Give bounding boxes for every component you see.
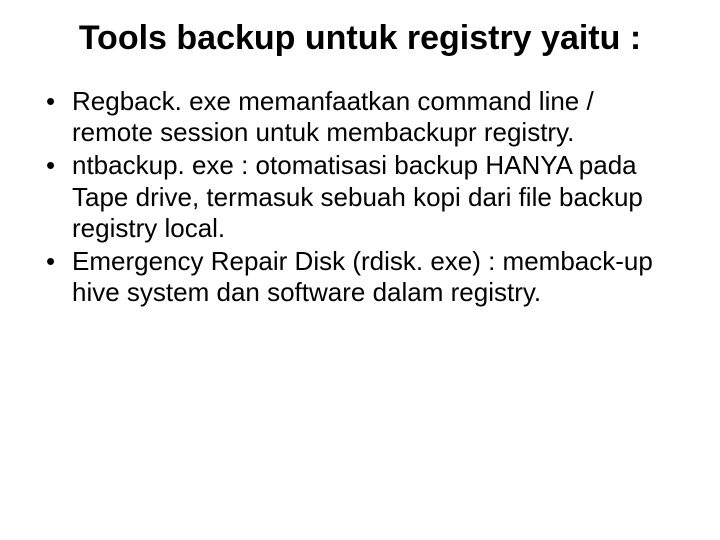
slide: Tools backup untuk registry yaitu : Regb… <box>0 0 720 540</box>
list-item: ntbackup. exe : otomatisasi backup HANYA… <box>40 150 680 244</box>
list-item: Emergency Repair Disk (rdisk. exe) : mem… <box>40 246 680 308</box>
slide-title: Tools backup untuk registry yaitu : <box>40 18 680 58</box>
bullet-list: Regback. exe memanfaatkan command line /… <box>40 86 680 308</box>
list-item: Regback. exe memanfaatkan command line /… <box>40 86 680 148</box>
